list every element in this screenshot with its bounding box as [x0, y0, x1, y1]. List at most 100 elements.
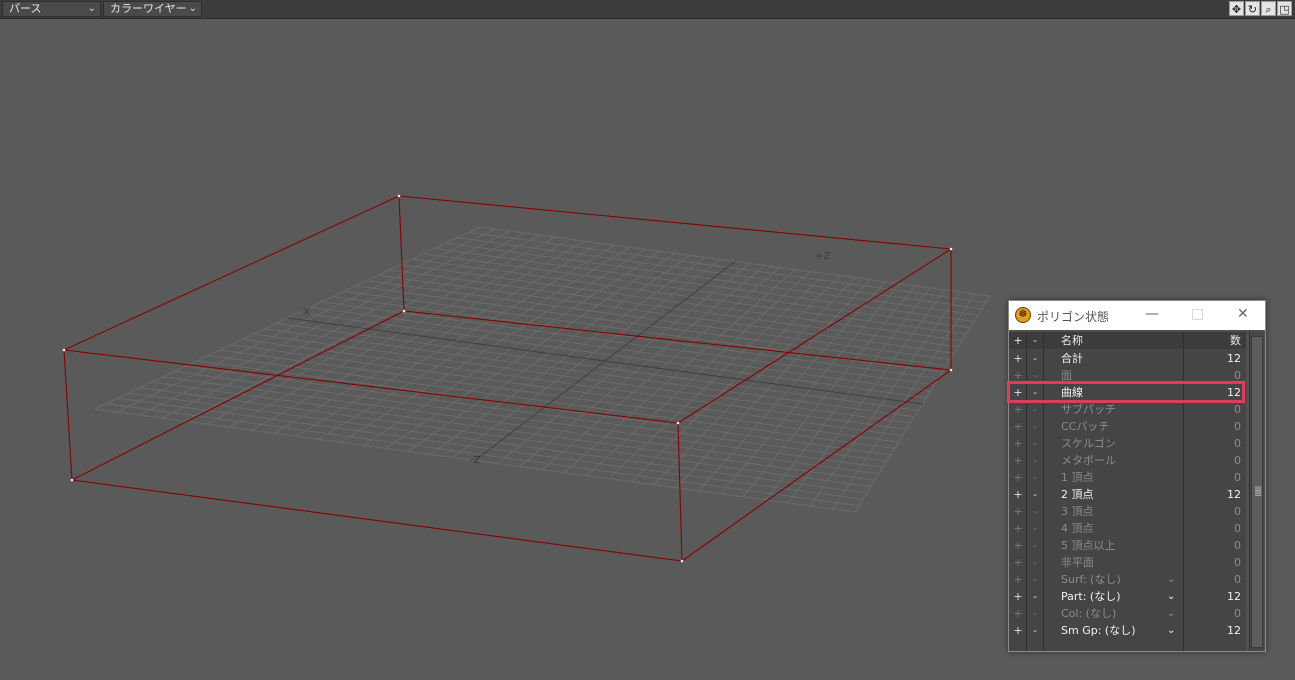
table-row[interactable]: + - CCパッチ 0 — [1009, 418, 1246, 435]
column-divider — [1183, 332, 1184, 651]
row-count: 12 — [1227, 488, 1241, 501]
table-row[interactable]: + - 3 頂点 0 — [1009, 503, 1246, 520]
table-row[interactable]: + - Sm Gp: (なし) ⌄ 12 — [1009, 622, 1246, 639]
row-remove-button[interactable]: - — [1030, 350, 1040, 367]
box-vertex — [397, 194, 401, 198]
window-titlebar[interactable]: ☸ ポリゴン状態 — □ ✕ — [1009, 301, 1265, 330]
row-add-button[interactable]: + — [1013, 588, 1023, 605]
table-row[interactable]: + - 2 頂点 12 — [1009, 486, 1246, 503]
table-row[interactable]: + - Part: (なし) ⌄ 12 — [1009, 588, 1246, 605]
zoom-icon[interactable]: ⌕ — [1261, 1, 1276, 16]
row-add-button[interactable]: + — [1013, 435, 1023, 452]
row-count: 12 — [1227, 352, 1241, 365]
view-mode-value: パース — [9, 2, 42, 15]
header-plus: + — [1013, 334, 1023, 347]
restore-icon[interactable]: □ — [1191, 306, 1204, 322]
row-remove-button[interactable]: - — [1030, 605, 1040, 622]
box-vertex — [402, 309, 406, 313]
chevron-down-icon: ⌄ — [188, 3, 197, 14]
box-vertex — [680, 559, 684, 563]
header-name: 名称 — [1061, 334, 1083, 347]
row-remove-button[interactable]: - — [1030, 452, 1040, 469]
app-logo-icon: ☸ — [1015, 307, 1031, 323]
row-name: サブパッチ — [1061, 403, 1116, 416]
row-name: スケルゴン — [1061, 437, 1116, 450]
chevron-down-icon[interactable]: ⌄ — [1167, 622, 1175, 639]
chevron-down-icon[interactable]: ⌄ — [1167, 588, 1175, 605]
row-remove-button[interactable]: - — [1030, 469, 1040, 486]
render-mode-select[interactable]: カラーワイヤー ⌄ — [103, 1, 202, 17]
close-icon[interactable]: ✕ — [1237, 306, 1249, 322]
row-name: Col: (なし) — [1061, 607, 1117, 620]
row-add-button[interactable]: + — [1013, 554, 1023, 571]
table-row[interactable]: + - 5 頂点以上 0 — [1009, 537, 1246, 554]
row-add-button[interactable]: + — [1013, 503, 1023, 520]
axis-label-neg-z: -Z — [470, 455, 481, 466]
viewport-toolbar: パース ⌄ カラーワイヤー ⌄ ✥ ↻ ⌕ ◳ — [0, 0, 1295, 19]
table-row[interactable]: + - 合計 12 — [1009, 350, 1246, 367]
table-row[interactable]: + - サブパッチ 0 — [1009, 401, 1246, 418]
axis-label-pos-z: +Z — [815, 251, 831, 262]
minimize-icon[interactable]: — — [1145, 306, 1159, 322]
column-divider — [1026, 332, 1027, 651]
table-header: + - 名称 数 — [1009, 332, 1246, 349]
row-add-button[interactable]: + — [1013, 452, 1023, 469]
row-add-button[interactable]: + — [1013, 571, 1023, 588]
chevron-down-icon[interactable]: ⌄ — [1167, 571, 1175, 588]
row-count: 0 — [1234, 403, 1241, 416]
row-add-button[interactable]: + — [1013, 486, 1023, 503]
view-mode-select[interactable]: パース ⌄ — [2, 1, 101, 17]
window-title: ポリゴン状態 — [1037, 310, 1110, 324]
row-name: 合計 — [1061, 352, 1083, 365]
row-remove-button[interactable]: - — [1030, 503, 1040, 520]
row-add-button[interactable]: + — [1013, 350, 1023, 367]
box-edge — [398, 195, 405, 312]
row-remove-button[interactable]: - — [1030, 520, 1040, 537]
row-add-button[interactable]: + — [1013, 622, 1023, 639]
row-remove-button[interactable]: - — [1030, 537, 1040, 554]
move-icon[interactable]: ✥ — [1229, 1, 1244, 16]
chevron-down-icon: ⌄ — [87, 3, 96, 14]
row-add-button[interactable]: + — [1013, 537, 1023, 554]
table-row[interactable]: + - Surf: (なし) ⌄ 0 — [1009, 571, 1246, 588]
row-count: 0 — [1234, 505, 1241, 518]
vertical-scrollbar[interactable]: ≡ ≡ — [1249, 332, 1264, 651]
table-row[interactable]: + - 4 頂点 0 — [1009, 520, 1246, 537]
table-row[interactable]: + - 非平面 0 — [1009, 554, 1246, 571]
table-row[interactable]: + - 1 頂点 0 — [1009, 469, 1246, 486]
row-name: 4 頂点 — [1061, 522, 1094, 535]
row-remove-button[interactable]: - — [1030, 571, 1040, 588]
row-remove-button[interactable]: - — [1030, 418, 1040, 435]
row-remove-button[interactable]: - — [1030, 486, 1040, 503]
chevron-down-icon[interactable]: ⌄ — [1167, 605, 1175, 622]
row-name: 3 頂点 — [1061, 505, 1094, 518]
row-name: メタボール — [1061, 454, 1116, 467]
row-add-button[interactable]: + — [1013, 469, 1023, 486]
row-add-button[interactable]: + — [1013, 418, 1023, 435]
maximize-icon[interactable]: ◳ — [1277, 1, 1292, 16]
box-vertex — [62, 348, 66, 352]
table-row[interactable]: + - Col: (なし) ⌄ 0 — [1009, 605, 1246, 622]
row-name: 1 頂点 — [1061, 471, 1094, 484]
row-add-button[interactable]: + — [1013, 520, 1023, 537]
box-vertex — [676, 421, 680, 425]
row-add-button[interactable]: + — [1013, 605, 1023, 622]
row-name: CCパッチ — [1061, 420, 1110, 433]
polygon-stats-table: + - 名称 数 + - 合計 12 + - 面 0 + - 曲線 12 + - サブパッチ 0 + - CCパッチ… — [1009, 332, 1246, 651]
box-vertex — [949, 368, 953, 372]
row-count: 0 — [1234, 607, 1241, 620]
polygon-stats-window: ☸ ポリゴン状態 — □ ✕ + - 名称 数 + - 合計 12 + - 面 0 + - 曲線 12… — [1008, 300, 1266, 652]
scrollbar-thumb[interactable]: ≡ ≡ — [1251, 336, 1263, 648]
box-edge — [677, 422, 683, 562]
table-row[interactable]: + - スケルゴン 0 — [1009, 435, 1246, 452]
row-add-button[interactable]: + — [1013, 401, 1023, 418]
box-edge — [63, 349, 73, 481]
row-remove-button[interactable]: - — [1030, 401, 1040, 418]
row-remove-button[interactable]: - — [1030, 554, 1040, 571]
table-row[interactable]: + - メタボール 0 — [1009, 452, 1246, 469]
row-remove-button[interactable]: - — [1030, 588, 1040, 605]
rotate-icon[interactable]: ↻ — [1245, 1, 1260, 16]
row-remove-button[interactable]: - — [1030, 622, 1040, 639]
row-remove-button[interactable]: - — [1030, 435, 1040, 452]
row-count: 12 — [1227, 590, 1241, 603]
